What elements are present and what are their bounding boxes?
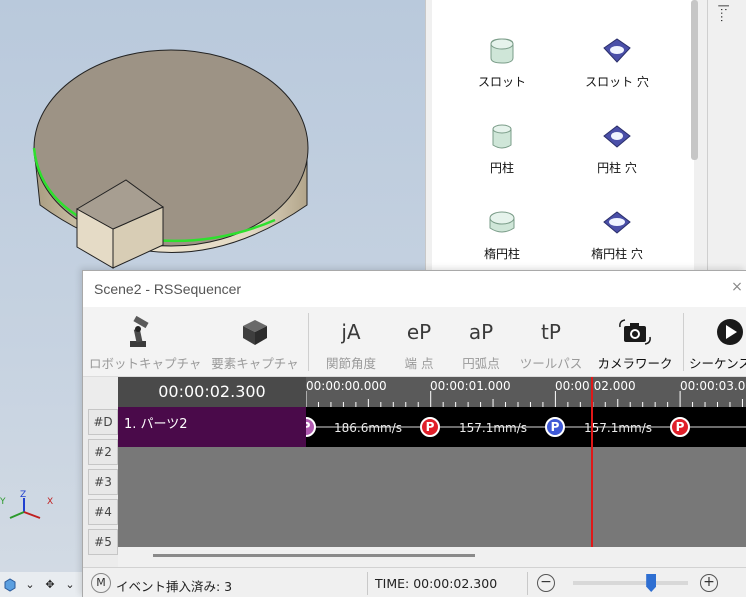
status-separator <box>367 572 368 595</box>
close-button[interactable]: × <box>728 279 746 299</box>
sequence-button[interactable]: シーケンス <box>689 307 746 375</box>
end-point-button[interactable]: eP 端 点 <box>389 307 449 375</box>
right-strip-text: |:… <box>718 4 731 23</box>
right-panel-strip: |:… <box>707 0 746 270</box>
keyframe-marker[interactable]: P <box>670 417 690 437</box>
chevron-down-icon[interactable]: ⌄ <box>22 577 38 593</box>
palette-scrollbar[interactable] <box>691 0 698 160</box>
palette-item-elliptic-cylinder[interactable]: 楕円柱 <box>457 208 547 262</box>
timeline-scrollbar-thumb[interactable] <box>153 554 475 557</box>
row-header[interactable]: #5 <box>88 529 118 555</box>
joint-angle-icon: jA <box>341 320 361 344</box>
tool-path-label: ツールパス <box>519 356 583 371</box>
window-title: Scene2 - RSSequencer <box>83 271 746 307</box>
palette-item-label: 円柱 穴 <box>597 161 637 175</box>
end-point-icon: eP <box>406 320 432 344</box>
camera-work-label: カメラワーク <box>597 356 673 371</box>
axis-z-label: Z <box>20 490 26 500</box>
row-header[interactable]: #3 <box>88 469 118 495</box>
element-capture-button[interactable]: 要素キャプチャ <box>205 307 305 375</box>
axis-x-label: X <box>47 497 53 507</box>
timeline-scroll-track[interactable] <box>118 547 746 567</box>
segment-speed: 186.6mm/s <box>334 421 403 435</box>
playhead[interactable] <box>591 377 593 547</box>
palette-item-label: 楕円柱 穴 <box>591 247 643 261</box>
zoom-out-button[interactable]: − <box>537 574 555 592</box>
arc-point-label: 円弧点 <box>462 356 500 371</box>
sequence-label: シーケンス <box>689 356 746 371</box>
elliptic-cylinder-hole-icon <box>603 211 631 234</box>
palette-item-cylinder[interactable]: 円柱 <box>457 122 547 176</box>
axis-triad: Z Y X <box>0 490 53 519</box>
camera-work-button[interactable]: カメラワーク <box>593 307 677 375</box>
joint-angle-button[interactable]: jA 関節角度 <box>315 307 387 375</box>
current-time-display: 00:00:02.300 <box>118 377 306 407</box>
cylinder-hole-icon <box>603 125 631 148</box>
axis-y-label: Y <box>0 497 6 507</box>
empty-track-area[interactable] <box>118 447 746 547</box>
palette-item-label: 楕円柱 <box>483 247 520 261</box>
cylinder-icon <box>492 124 512 149</box>
track-label[interactable]: 1. パーツ2 <box>118 407 306 447</box>
palette-item-label: 円柱 <box>489 161 514 175</box>
slot-hole-icon <box>603 38 631 63</box>
rssequencer-window: Scene2 - RSSequencer × ロボットキャプチャ 要素キャプチャ… <box>82 270 746 597</box>
chevron-down-icon[interactable]: ⌄ <box>62 577 78 593</box>
time-ruler[interactable]: 00:00:00.000 00:00:01.000 00:00:02.000 0… <box>306 377 746 407</box>
tool-path-icon: tP <box>541 320 561 344</box>
robot-capture-label: ロボットキャプチャ <box>89 356 202 371</box>
transform-icon[interactable]: ✥ <box>42 577 58 593</box>
arc-point-icon: aP <box>468 320 494 344</box>
camera-icon <box>619 319 651 345</box>
joint-angle-label: 関節角度 <box>325 356 376 371</box>
segment-speed: 157.1mm/s <box>584 421 653 435</box>
mode-badge[interactable]: M <box>91 573 111 593</box>
row-headers: #D #2 #3 #4 #5 <box>83 377 118 567</box>
palette-item-label: スロット <box>477 75 526 89</box>
play-icon <box>717 319 743 345</box>
track-row[interactable]: P 186.6mm/s P 157.1mm/s P 157.1mm/s P <box>306 407 746 447</box>
shape-palette-list: スロット スロット 穴 円柱 円柱 穴 楕円柱 楕円柱 穴 <box>432 0 694 270</box>
keyframe-marker[interactable]: P <box>545 417 565 437</box>
palette-item-elliptic-cylinder-hole[interactable]: 楕円柱 穴 <box>572 208 662 262</box>
ruler-label: 00:00:03.0 <box>680 379 746 393</box>
palette-item-slot-hole[interactable]: スロット 穴 <box>572 36 662 90</box>
timeline[interactable]: #D #2 #3 #4 #5 00:00:02.300 00:00:00.000… <box>83 377 746 567</box>
cube-icon <box>243 320 267 345</box>
row-header[interactable]: #4 <box>88 499 118 525</box>
viewport-toolbar: ⌄ ✥ ⌄ <box>0 572 90 597</box>
tool-path-button[interactable]: tP ツールパス <box>515 307 587 375</box>
sequencer-toolbar: ロボットキャプチャ 要素キャプチャ jA 関節角度 eP 端 点 aP 円弧点 <box>83 307 746 377</box>
status-time: TIME: 00:00:02.300 <box>375 576 498 591</box>
status-message: イベント挿入済み: 3 <box>116 579 233 594</box>
ruler-label: 00:00:02.000 <box>555 379 636 393</box>
zoom-slider[interactable] <box>573 574 688 592</box>
toolbar-separator <box>308 313 309 371</box>
keyframe-marker[interactable]: P <box>420 417 440 437</box>
end-point-label: 端 点 <box>404 356 434 371</box>
palette-item-label: スロット 穴 <box>585 75 649 89</box>
element-capture-label: 要素キャプチャ <box>211 356 299 371</box>
zoom-slider-thumb[interactable] <box>646 574 657 592</box>
row-header[interactable]: #2 <box>88 439 118 465</box>
row-header[interactable]: #D <box>88 409 118 435</box>
zoom-in-button[interactable]: + <box>700 574 718 592</box>
view-cube-icon[interactable] <box>2 577 18 593</box>
arc-point-button[interactable]: aP 円弧点 <box>449 307 513 375</box>
ruler-label: 00:00:00.000 <box>306 379 387 393</box>
shape-palette: スロット スロット 穴 円柱 円柱 穴 楕円柱 楕円柱 穴 <box>425 0 707 270</box>
elliptic-cylinder-icon <box>489 211 515 233</box>
status-bar: M イベント挿入済み: 3 TIME: 00:00:02.300 − + <box>83 567 746 597</box>
cylinder-top <box>33 49 309 247</box>
palette-item-slot[interactable]: スロット <box>457 36 547 90</box>
segment-speed: 157.1mm/s <box>459 421 528 435</box>
robot-arm-icon <box>130 315 149 347</box>
toolbar-separator <box>683 313 684 371</box>
slot-icon <box>490 38 514 64</box>
ruler-label: 00:00:01.000 <box>430 379 511 393</box>
palette-item-cylinder-hole[interactable]: 円柱 穴 <box>572 122 662 176</box>
status-separator <box>527 572 528 595</box>
robot-capture-button[interactable]: ロボットキャプチャ <box>89 307 202 375</box>
